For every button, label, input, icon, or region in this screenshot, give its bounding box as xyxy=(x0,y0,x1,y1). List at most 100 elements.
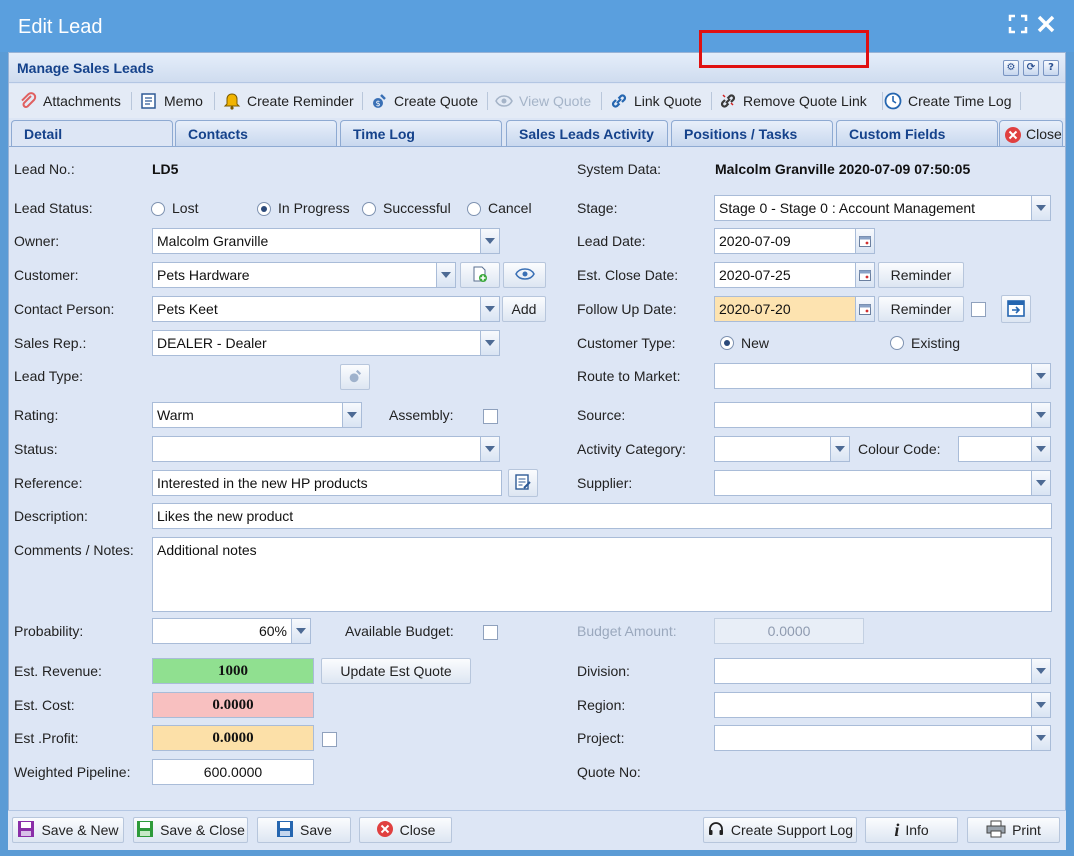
est-close-reminder-button[interactable]: Reminder xyxy=(878,262,964,288)
close-icon[interactable] xyxy=(1036,14,1056,39)
activity-category-dropdown-icon[interactable] xyxy=(830,436,850,462)
tab-positions-tasks[interactable]: Positions / Tasks xyxy=(671,120,833,147)
sales-rep-select[interactable]: DEALER - Dealer xyxy=(152,330,481,356)
save-new-button[interactable]: Save & New xyxy=(12,817,124,843)
rating-select[interactable]: Warm xyxy=(152,402,343,428)
remove-quote-link-button[interactable]: Remove Quote Link xyxy=(719,88,867,114)
colour-code-select[interactable] xyxy=(958,436,1032,462)
link-quote-button[interactable]: Link Quote xyxy=(610,88,702,114)
link-quote-label: Link Quote xyxy=(634,93,702,109)
lead-status-successful-radio[interactable] xyxy=(362,202,376,216)
description-input[interactable]: Likes the new product xyxy=(152,503,1052,529)
status-dropdown-icon[interactable] xyxy=(480,436,500,462)
contact-person-dropdown-icon[interactable] xyxy=(480,296,500,322)
stage-select[interactable]: Stage 0 - Stage 0 : Account Management xyxy=(714,195,1032,221)
stage-dropdown-icon[interactable] xyxy=(1031,195,1051,221)
info-button[interactable]: i Info xyxy=(865,817,958,843)
attachments-button[interactable]: Attachments xyxy=(19,88,121,114)
probability-dropdown-icon[interactable] xyxy=(291,618,311,644)
tab-contacts[interactable]: Contacts xyxy=(175,120,337,147)
lead-status-cancel-label: Cancel xyxy=(488,200,532,216)
route-to-market-dropdown-icon[interactable] xyxy=(1031,363,1051,389)
save-close-button[interactable]: Save & Close xyxy=(133,817,248,843)
save-button[interactable]: Save xyxy=(257,817,351,843)
sales-rep-dropdown-icon[interactable] xyxy=(480,330,500,356)
route-to-market-select[interactable] xyxy=(714,363,1032,389)
rating-label: Rating: xyxy=(14,407,59,423)
window-titlebar: Edit Lead xyxy=(0,0,1074,52)
add-customer-button[interactable] xyxy=(460,262,500,288)
customer-label: Customer: xyxy=(14,267,79,283)
view-customer-button[interactable] xyxy=(503,262,546,288)
help-icon[interactable]: ? xyxy=(1043,60,1059,76)
tab-time-log[interactable]: Time Log xyxy=(340,120,502,147)
lead-status-lost-radio[interactable] xyxy=(151,202,165,216)
reference-edit-button[interactable] xyxy=(508,469,538,497)
customer-type-existing-radio[interactable] xyxy=(890,336,904,350)
source-select[interactable] xyxy=(714,402,1032,428)
lead-date-input[interactable]: 2020-07-09 xyxy=(714,228,856,254)
gear-icon[interactable]: ⚙ xyxy=(1003,60,1019,76)
contact-person-select[interactable]: Pets Keet xyxy=(152,296,481,322)
status-select[interactable] xyxy=(152,436,481,462)
lead-type-button[interactable] xyxy=(340,364,370,390)
est-profit-checkbox[interactable] xyxy=(322,732,337,747)
assembly-checkbox[interactable] xyxy=(483,409,498,424)
division-dropdown-icon[interactable] xyxy=(1031,658,1051,684)
customer-dropdown-icon[interactable] xyxy=(436,262,456,288)
rating-dropdown-icon[interactable] xyxy=(342,402,362,428)
customer-select[interactable]: Pets Hardware xyxy=(152,262,437,288)
create-reminder-button[interactable]: Create Reminder xyxy=(223,88,354,114)
follow-up-date-input[interactable]: 2020-07-20 xyxy=(714,296,856,322)
probability-select[interactable]: 60% xyxy=(152,618,292,644)
calendar-icon[interactable] xyxy=(855,262,875,288)
activity-category-select[interactable] xyxy=(714,436,831,462)
create-support-log-button[interactable]: Create Support Log xyxy=(703,817,857,843)
refresh-icon[interactable]: ⟳ xyxy=(1023,60,1039,76)
colour-code-label: Colour Code: xyxy=(858,441,941,457)
maximize-icon[interactable] xyxy=(1008,14,1028,39)
view-quote-button[interactable]: View Quote xyxy=(495,88,591,114)
budget-amount-input[interactable]: 0.0000 xyxy=(714,618,864,644)
comments-textarea[interactable]: Additional notes xyxy=(152,537,1052,612)
close-tab-button[interactable]: Close xyxy=(999,120,1063,147)
reference-input[interactable]: Interested in the new HP products xyxy=(152,470,502,496)
supplier-select[interactable] xyxy=(714,470,1032,496)
calendar-icon[interactable] xyxy=(855,228,875,254)
update-est-quote-button[interactable]: Update Est Quote xyxy=(321,658,471,684)
division-select[interactable] xyxy=(714,658,1032,684)
memo-button[interactable]: Memo xyxy=(140,88,203,114)
calendar-export-button[interactable] xyxy=(1001,295,1031,323)
follow-up-checkbox[interactable] xyxy=(971,302,986,317)
print-button[interactable]: Print xyxy=(967,817,1060,843)
est-close-date-input[interactable]: 2020-07-25 xyxy=(714,262,856,288)
est-cost-input[interactable]: 0.0000 xyxy=(152,692,314,718)
calendar-icon[interactable] xyxy=(855,296,875,322)
create-reminder-label: Create Reminder xyxy=(247,93,354,109)
owner-dropdown-icon[interactable] xyxy=(480,228,500,254)
region-dropdown-icon[interactable] xyxy=(1031,692,1051,718)
close-button[interactable]: Close xyxy=(359,817,452,843)
tab-detail[interactable]: Detail xyxy=(11,120,173,147)
est-revenue-input[interactable]: 1000 xyxy=(152,658,314,684)
create-quote-button[interactable]: $ Create Quote xyxy=(370,88,478,114)
colour-code-dropdown-icon[interactable] xyxy=(1031,436,1051,462)
project-dropdown-icon[interactable] xyxy=(1031,725,1051,751)
est-profit-input[interactable]: 0.0000 xyxy=(152,725,314,751)
division-label: Division: xyxy=(577,663,630,679)
add-contact-button[interactable]: Add xyxy=(502,296,546,322)
lead-status-in-progress-radio[interactable] xyxy=(257,202,271,216)
supplier-dropdown-icon[interactable] xyxy=(1031,470,1051,496)
weighted-pipeline-input[interactable]: 600.0000 xyxy=(152,759,314,785)
available-budget-checkbox[interactable] xyxy=(483,625,498,640)
lead-status-cancel-radio[interactable] xyxy=(467,202,481,216)
create-time-log-button[interactable]: Create Time Log xyxy=(884,88,1012,114)
customer-type-new-radio[interactable] xyxy=(720,336,734,350)
region-select[interactable] xyxy=(714,692,1032,718)
tab-custom-fields[interactable]: Custom Fields xyxy=(836,120,998,147)
owner-select[interactable]: Malcolm Granville xyxy=(152,228,481,254)
source-dropdown-icon[interactable] xyxy=(1031,402,1051,428)
project-select[interactable] xyxy=(714,725,1032,751)
tab-sales-leads-activity[interactable]: Sales Leads Activity xyxy=(506,120,668,147)
follow-up-reminder-button[interactable]: Reminder xyxy=(878,296,964,322)
